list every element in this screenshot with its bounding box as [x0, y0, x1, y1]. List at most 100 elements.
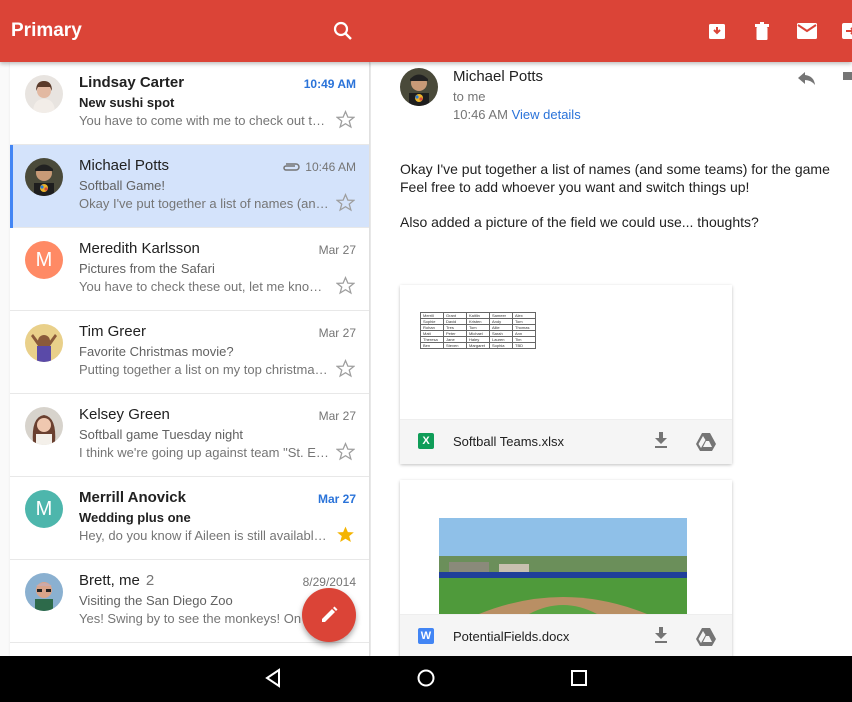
- attachment-footer: X Softball Teams.xlsx: [400, 419, 732, 464]
- star-icon[interactable]: [336, 193, 355, 212]
- sender-text: Meredith Karlsson: [79, 240, 200, 257]
- sender-name: Michael Potts: [79, 157, 169, 174]
- sender-text: Kelsey Green: [79, 406, 170, 423]
- email-row[interactable]: Kelsey Green Mar 27 Softball game Tuesday …: [10, 394, 369, 477]
- avatar[interactable]: [25, 407, 63, 445]
- sheets-file-icon: X: [418, 433, 434, 449]
- home-icon[interactable]: [416, 668, 436, 693]
- email-subject: New sushi spot: [79, 95, 175, 110]
- star-icon[interactable]: [336, 110, 355, 129]
- attachment-footer: W PotentialFields.docx: [400, 614, 732, 656]
- email-row[interactable]: M Merrill Anovick Mar 27 Wedding plus one He…: [10, 477, 369, 560]
- attachment-name: Softball Teams.xlsx: [453, 434, 565, 449]
- selection-indicator: [10, 145, 13, 228]
- image-preview: [400, 480, 732, 614]
- email-snippet: Hey, do you know if Aileen is still avai…: [79, 528, 330, 543]
- email-snippet: Yes! Swing by to see the monkeys! On F…: [79, 611, 326, 626]
- email-row[interactable]: Michael Potts 10:46 AM Softball Game! Okay …: [10, 145, 369, 228]
- thread-count: 2: [145, 572, 155, 589]
- sheet-row: Ben Steven Margaret Sophia TBD: [420, 342, 536, 349]
- sheet-cell: TBD: [512, 342, 536, 349]
- search-icon[interactable]: [330, 18, 356, 44]
- attachment-card[interactable]: Merrill Grant Kaitlin Sameer Alex Sophie David…: [400, 285, 732, 464]
- avatar[interactable]: [25, 573, 63, 611]
- body-line: Also added a picture of the field we cou…: [400, 214, 759, 230]
- edit-icon: [322, 606, 338, 622]
- view-details-link[interactable]: View details: [512, 107, 581, 122]
- sender-name: Michael Potts: [453, 68, 544, 85]
- email-subject: Visiting the San Diego Zoo: [79, 593, 233, 608]
- spreadsheet-thumbnail: Merrill Grant Kaitlin Sameer Alex Sophie David…: [420, 312, 536, 349]
- attachment-name: PotentialFields.docx: [453, 629, 570, 644]
- sender-name: Meredith Karlsson: [79, 240, 200, 257]
- app-bar: Primary: [0, 0, 852, 62]
- star-icon[interactable]: [336, 359, 355, 378]
- email-snippet: I think we're going up against team "St.…: [79, 445, 330, 460]
- email-date: Mar 27: [318, 243, 356, 257]
- sheet-cell: Sophia: [489, 342, 513, 349]
- recents-icon[interactable]: [569, 668, 589, 693]
- sender-name: Kelsey Green: [79, 406, 170, 423]
- avatar[interactable]: [400, 68, 438, 106]
- sender-name: Lindsay Carter: [79, 74, 184, 91]
- page-title: Primary: [11, 20, 82, 41]
- system-nav-bar: [0, 656, 852, 702]
- download-icon[interactable]: [653, 626, 669, 649]
- drawer-edge[interactable]: [0, 62, 10, 656]
- email-subject: Pictures from the Safari: [79, 261, 215, 276]
- body-line: Feel free to add whoever you want and sw…: [400, 179, 750, 195]
- drive-icon[interactable]: [695, 627, 717, 652]
- email-snippet: You have to check these out, let me know…: [79, 279, 330, 294]
- download-icon[interactable]: [653, 431, 669, 454]
- sheet-cell: Margaret: [466, 342, 490, 349]
- delete-icon[interactable]: [749, 18, 775, 44]
- avatar[interactable]: [25, 75, 63, 113]
- email-detail: Michael Potts to me 10:46 AM View detail…: [371, 62, 852, 656]
- recipient: to me: [453, 89, 486, 104]
- mark-unread-icon[interactable]: [794, 18, 820, 44]
- sender-text: Tim Greer: [79, 323, 146, 340]
- star-icon[interactable]: [336, 276, 355, 295]
- move-icon[interactable]: [838, 18, 852, 44]
- sheet-cell: Ben: [420, 342, 444, 349]
- avatar[interactable]: M: [25, 490, 63, 528]
- email-date: Mar 27: [317, 492, 356, 506]
- time-text: 10:46 AM: [453, 107, 508, 122]
- sheet-row: Theresa Jane Haley Lauren Tim: [420, 336, 536, 343]
- compose-button[interactable]: [302, 588, 356, 642]
- avatar[interactable]: M: [25, 241, 63, 279]
- email-row[interactable]: Tim Greer Mar 27 Favorite Christmas movie?…: [10, 311, 369, 394]
- more-icon[interactable]: [843, 72, 852, 80]
- email-subject: Favorite Christmas movie?: [79, 344, 234, 359]
- email-row[interactable]: M Meredith Karlsson Mar 27 Pictures from th…: [10, 228, 369, 311]
- avatar[interactable]: [25, 158, 63, 196]
- star-icon[interactable]: [336, 525, 355, 544]
- field-photo: [439, 518, 687, 614]
- email-snippet: Putting together a list on my top christ…: [79, 362, 330, 377]
- spreadsheet-preview: Merrill Grant Kaitlin Sameer Alex Sophie David…: [400, 285, 732, 419]
- archive-icon[interactable]: [704, 18, 730, 44]
- sender-name: Merrill Anovick: [79, 489, 186, 506]
- reply-icon[interactable]: [797, 70, 817, 91]
- docs-file-icon: W: [418, 628, 434, 644]
- email-subject: Softball game Tuesday night: [79, 427, 244, 442]
- attachment-icon: [283, 163, 300, 171]
- email-date: Mar 27: [318, 326, 356, 340]
- back-icon[interactable]: [263, 668, 283, 693]
- drive-icon[interactable]: [695, 432, 717, 457]
- email-body: Okay I've put together a list of names (…: [400, 160, 852, 231]
- attachment-card[interactable]: W PotentialFields.docx: [400, 480, 732, 656]
- email-date: 10:49 AM: [303, 77, 356, 91]
- email-subject: Softball Game!: [79, 178, 165, 193]
- sheet-cell: Steven: [443, 342, 467, 349]
- email-date: 8/29/2014: [302, 575, 356, 589]
- email-date: Mar 27: [318, 409, 356, 423]
- body-line: Okay I've put together a list of names (…: [400, 161, 830, 177]
- star-icon[interactable]: [336, 442, 355, 461]
- avatar[interactable]: [25, 324, 63, 362]
- email-snippet: Okay I've put together a list of names (…: [79, 196, 330, 211]
- email-row[interactable]: Lindsay Carter 10:49 AM New sushi spot You …: [10, 62, 369, 145]
- sender-text: Michael Potts: [79, 157, 170, 174]
- sender-name: Brett, me 2: [79, 572, 154, 589]
- sender-name: Tim Greer: [79, 323, 146, 340]
